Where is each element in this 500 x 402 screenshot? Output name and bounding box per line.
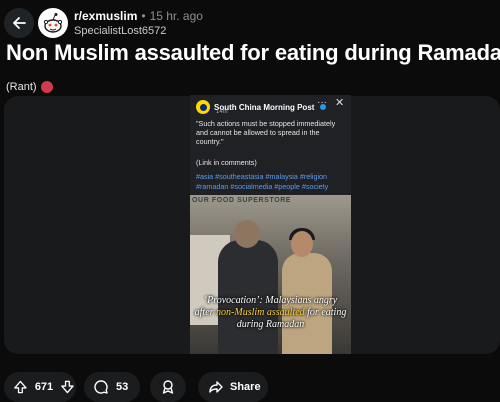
post-title: Non Muslim assaulted for eating during R… (6, 40, 500, 65)
comments-button[interactable]: 53 (84, 372, 140, 402)
reddit-snoo-icon (43, 13, 63, 33)
post-author[interactable]: SpecialistLost6572 (74, 25, 166, 37)
caption-highlight: non-Muslim assaulted (216, 307, 305, 318)
embed-hashtags: #asia #southeastasia #malaysia #religion… (196, 172, 329, 191)
embed-link-note: (Link in comments) (196, 158, 257, 167)
share-icon (209, 381, 223, 393)
scmp-logo-icon (196, 100, 210, 114)
post-meta: r/exmuslim • 15 hr. ago (74, 9, 203, 23)
action-bar: 671 53 Share (0, 372, 500, 402)
close-icon: ✕ (335, 97, 345, 109)
store-sign: OUR FOOD SUPERSTORE (192, 197, 292, 204)
angry-emoji-icon (40, 81, 53, 93)
vote-count: 671 (34, 381, 54, 393)
downvote-icon[interactable] (59, 378, 76, 396)
share-label: Share (230, 381, 261, 393)
person-head (234, 220, 260, 248)
back-arrow-icon (13, 17, 26, 29)
post-flair[interactable]: (Rant) (6, 81, 53, 93)
subreddit-avatar[interactable] (38, 8, 68, 38)
upvote-icon[interactable] (12, 378, 29, 396)
photo-caption: ‘Provocation’: Malaysians angry after no… (194, 295, 347, 331)
embed-source: South China Morning Post (214, 102, 315, 112)
person-head (291, 231, 313, 257)
news-photo: OUR FOOD SUPERSTORE ‘Provocation’: Malay… (190, 195, 351, 354)
embedded-post-image[interactable]: South China Morning Post 14m ··· ✕ "Such… (190, 95, 351, 354)
embed-time: 14m (216, 109, 228, 115)
award-button[interactable] (150, 372, 186, 402)
meta-separator: • (141, 9, 146, 23)
flair-label: (Rant) (6, 81, 37, 93)
post-time: 15 hr. ago (149, 9, 203, 23)
comment-icon (94, 380, 108, 394)
comment-count: 53 (116, 381, 129, 393)
more-icon: ··· (317, 97, 327, 108)
award-icon (162, 380, 174, 394)
subreddit-name[interactable]: r/exmuslim (74, 9, 137, 23)
back-button[interactable] (4, 8, 34, 38)
embed-quote: "Such actions must be stopped immediatel… (196, 119, 336, 146)
vote-control: 671 (4, 372, 76, 402)
share-button[interactable]: Share (198, 372, 268, 402)
